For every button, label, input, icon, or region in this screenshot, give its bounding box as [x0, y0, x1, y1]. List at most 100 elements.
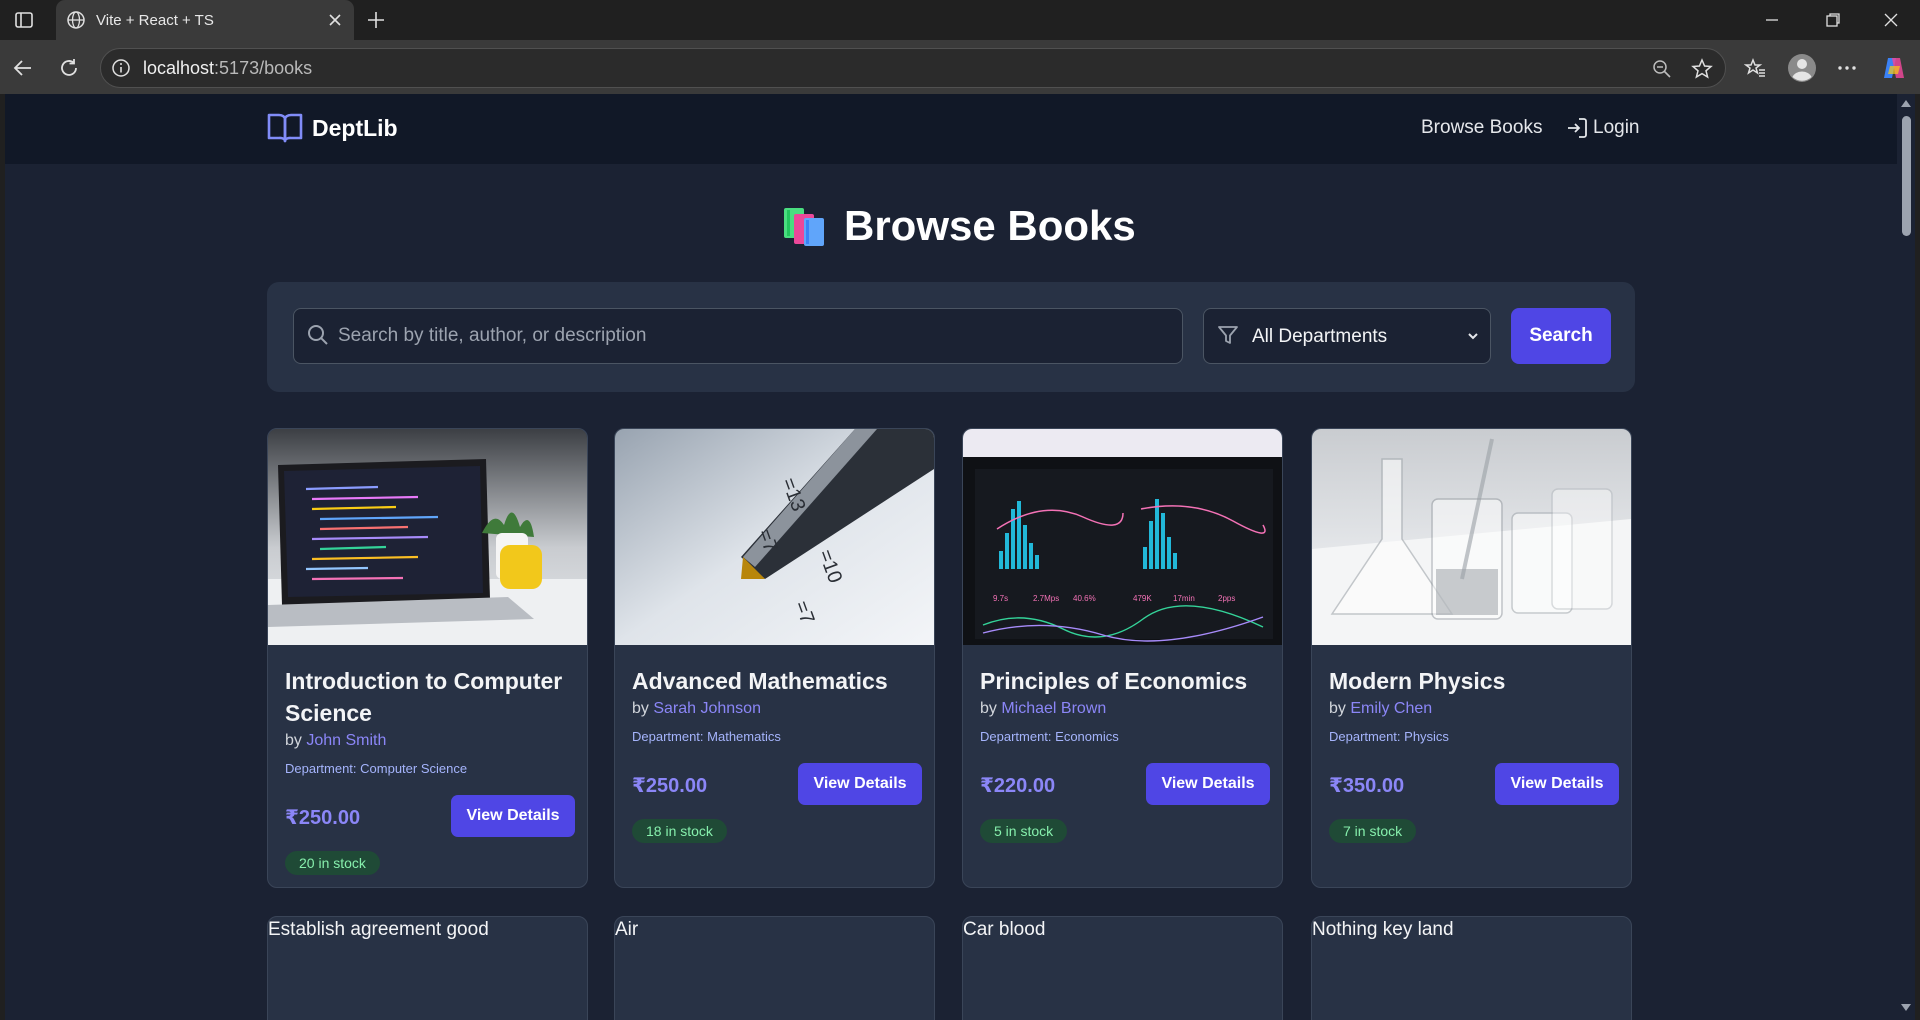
book-cover-image-broken[interactable]: Nothing key land [1312, 917, 1631, 945]
book-cover-image[interactable] [268, 429, 587, 645]
book-cover-image[interactable]: =13 =7 =10 =7 [615, 429, 934, 645]
restore-icon[interactable] [1823, 10, 1843, 30]
book-card: Establish agreement good [267, 916, 588, 1020]
close-window-icon[interactable] [1881, 10, 1901, 30]
copilot-icon[interactable] [1880, 54, 1908, 82]
image-alt-text: Air [615, 919, 639, 940]
book-author: by Sarah Johnson [632, 698, 922, 720]
book-department: Department: Computer Science [285, 761, 468, 776]
author-prefix: by [632, 700, 654, 717]
favorites-icon[interactable] [1744, 57, 1766, 79]
author-name[interactable]: Sarah Johnson [653, 700, 761, 717]
department-selected: All Departments [1252, 326, 1388, 347]
search-field[interactable] [293, 308, 1183, 364]
price-row: ₹220.00 View Details [980, 763, 1270, 805]
department-select[interactable]: All Departments [1203, 308, 1491, 364]
book-card: Nothing key land [1311, 916, 1632, 1020]
scroll-up-arrow-icon[interactable] [1901, 100, 1911, 107]
book-card: Air [614, 916, 935, 1020]
svg-text:40.6%: 40.6% [1073, 594, 1096, 603]
book-title[interactable]: Principles of Economics [980, 665, 1270, 697]
author-name[interactable]: Michael Brown [1001, 700, 1106, 717]
address-bar[interactable]: localhost:5173/books [100, 48, 1726, 88]
book-card: Car blood [962, 916, 1283, 1020]
scrollbar-thumb[interactable] [1902, 116, 1911, 236]
laptop-with-code-photo [268, 429, 587, 645]
book-card: =13 =7 =10 =7 Advanced Mathematics by Sarah… [614, 428, 935, 888]
svg-text:2.7Mps: 2.7Mps [1033, 594, 1059, 603]
books-emoji-icon [784, 208, 824, 246]
price-row: ₹250.00 View Details [632, 763, 922, 805]
stock-badge: 18 in stock [632, 819, 727, 843]
filter-icon [1218, 326, 1238, 344]
site-header: DeptLib Browse Books Login [5, 94, 1897, 164]
login-icon [1568, 118, 1587, 138]
book-price: ₹250.00 [632, 775, 708, 797]
book-card-body: Advanced Mathematics by Sarah Johnson De… [632, 665, 922, 843]
price-row: ₹250.00 View Details [285, 795, 575, 837]
open-book-logo-icon[interactable] [267, 111, 303, 143]
view-details-button[interactable]: View Details [451, 795, 575, 837]
book-card-body: Introduction to Computer Science by John… [285, 665, 575, 875]
page-scrollbar[interactable] [1897, 94, 1915, 1020]
refresh-icon[interactable] [58, 57, 80, 79]
view-details-button[interactable]: View Details [798, 763, 922, 805]
book-cover-image[interactable]: 9.7s 2.7Mps 40.6% 479K 17min 2pps [963, 429, 1282, 645]
author-prefix: by [285, 732, 307, 749]
more-options-icon[interactable] [1836, 57, 1858, 79]
browser-tab[interactable]: Vite + React + TS [56, 0, 354, 40]
stock-badge: 7 in stock [1329, 819, 1417, 843]
nav-browse-books[interactable]: Browse Books [1421, 117, 1542, 139]
book-title[interactable]: Introduction to Computer Science [285, 665, 575, 729]
book-author: by Michael Brown [980, 698, 1270, 720]
tab-title: Vite + React + TS [96, 12, 214, 29]
book-card: Introduction to Computer Science by John… [267, 428, 588, 888]
globe-icon [67, 11, 85, 29]
book-title[interactable]: Modern Physics [1329, 665, 1619, 697]
search-input[interactable] [338, 309, 1168, 363]
book-cover-image[interactable] [1312, 429, 1631, 645]
view-details-button[interactable]: View Details [1495, 763, 1619, 805]
analytics-dashboard-photo: 9.7s 2.7Mps 40.6% 479K 17min 2pps [963, 429, 1282, 645]
book-cover-image-broken[interactable]: Car blood [963, 917, 1282, 945]
profile-avatar-icon[interactable] [1787, 53, 1817, 83]
author-name[interactable]: Emily Chen [1350, 700, 1432, 717]
search-button[interactable]: Search [1511, 308, 1611, 364]
pen-on-equations-photo: =13=7=10=7 [615, 429, 934, 645]
back-icon[interactable] [12, 57, 34, 79]
book-card-body: Principles of Economics by Michael Brown… [980, 665, 1270, 843]
logo-text[interactable]: DeptLib [312, 115, 398, 142]
chevron-down-icon [1468, 333, 1478, 340]
stock-badge: 5 in stock [980, 819, 1068, 843]
search-panel: All Departments Search [267, 282, 1635, 392]
book-card: 9.7s 2.7Mps 40.6% 479K 17min 2pps Principles … [962, 428, 1283, 888]
search-icon [308, 325, 328, 345]
book-department: Department: Economics [980, 729, 1119, 744]
tab-actions-icon[interactable] [14, 10, 34, 30]
new-tab-icon[interactable] [366, 10, 386, 30]
url-text[interactable]: localhost:5173/books [143, 58, 312, 79]
minimize-icon[interactable] [1762, 10, 1782, 30]
zoom-out-icon[interactable] [1651, 58, 1673, 80]
author-name[interactable]: John Smith [306, 732, 386, 749]
add-favorite-star-icon[interactable] [1691, 58, 1713, 80]
book-cover-image-broken[interactable]: Establish agreement good [268, 917, 587, 945]
stock-badge: 20 in stock [285, 851, 380, 875]
page-title: Browse Books [844, 202, 1136, 249]
book-author: by Emily Chen [1329, 698, 1619, 720]
svg-text:9.7s: 9.7s [993, 594, 1008, 603]
book-cover-image-broken[interactable]: Air [615, 917, 934, 945]
site-info-icon[interactable] [111, 58, 131, 78]
login-label: Login [1593, 117, 1640, 138]
book-title[interactable]: Advanced Mathematics [632, 665, 922, 697]
svg-text:479K: 479K [1133, 594, 1152, 603]
close-tab-icon[interactable] [326, 11, 344, 29]
scroll-down-arrow-icon[interactable] [1901, 1004, 1911, 1011]
book-card: Modern Physics by Emily Chen Department:… [1311, 428, 1632, 888]
url-path: :5173/books [214, 58, 313, 78]
book-price: ₹220.00 [980, 775, 1056, 797]
lab-glassware-photo [1312, 429, 1631, 645]
book-author: by John Smith [285, 730, 575, 752]
author-prefix: by [980, 700, 1002, 717]
view-details-button[interactable]: View Details [1146, 763, 1270, 805]
